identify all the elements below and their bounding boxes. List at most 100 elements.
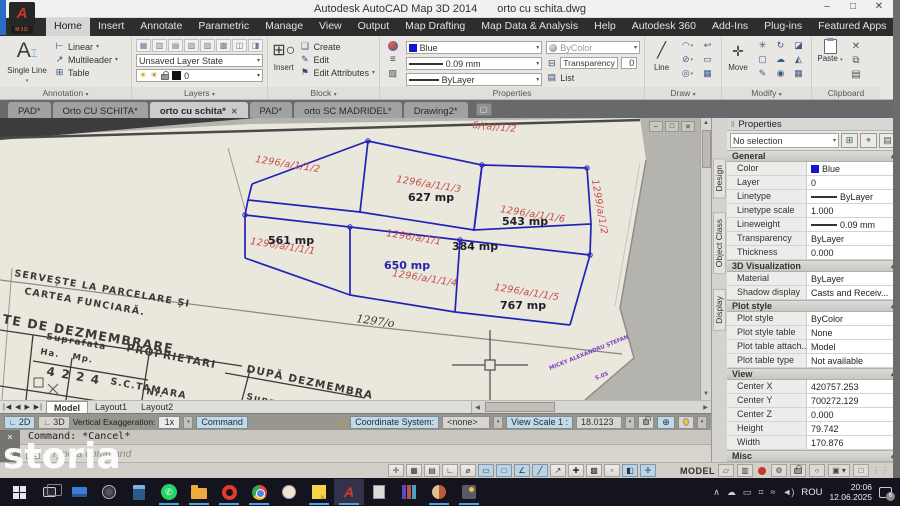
taskbar-whatsapp-app[interactable]: ✆ — [154, 479, 184, 505]
settings-gear-icon[interactable]: ⚙ — [771, 464, 787, 477]
ribbon-tab-insert[interactable]: Insert — [90, 18, 132, 36]
property-value[interactable]: Blue — [807, 162, 899, 175]
horizontal-scrollbar[interactable]: ◀ ▶ — [471, 401, 711, 413]
match-properties-icon[interactable]: ▤ — [851, 69, 860, 80]
edit-block-button[interactable]: ✎Edit — [299, 54, 375, 65]
mirror-button[interactable]: ◭ — [790, 53, 807, 66]
property-value[interactable]: 1.000 — [807, 204, 899, 217]
insert-block-button[interactable]: ⊞○ Insert — [272, 39, 295, 86]
scroll-up-icon[interactable]: ▲ — [703, 118, 709, 129]
paste-button[interactable]: Paste ▾ — [816, 39, 844, 86]
property-value[interactable]: ByLayer — [807, 232, 899, 245]
section-header-3d-visualization[interactable]: 3D Visualization▴ — [727, 260, 899, 272]
volume-icon[interactable]: ◄) — [782, 487, 794, 497]
toggle-osnap[interactable]: ▭ — [478, 464, 494, 477]
dwg-close-icon[interactable]: ✕ — [681, 121, 695, 132]
start-button[interactable] — [4, 479, 34, 505]
ribbon-tab-manage[interactable]: Manage — [257, 18, 311, 36]
vx-dropdown-icon[interactable]: ▾ — [183, 416, 193, 429]
trim-button[interactable]: ◪ — [790, 39, 807, 52]
new-tab-button[interactable]: ▢ — [476, 103, 492, 116]
layer-tool-icon-6[interactable]: ◫ — [232, 39, 247, 52]
view-scale-value[interactable]: 18.0123 — [576, 416, 622, 429]
tab-layout2[interactable]: Layout2 — [134, 401, 180, 413]
scale-dropdown-icon[interactable]: ▾ — [625, 416, 635, 429]
property-value[interactable]: 79.742 — [807, 422, 899, 435]
isolate-objects-icon[interactable]: ▣ ▾ — [828, 464, 850, 477]
toggle-otrack[interactable]: ∠ — [514, 464, 530, 477]
layer-state-dropdown[interactable]: Unsaved Layer State▾ — [136, 54, 263, 67]
circle-button[interactable]: ⊘▾ — [678, 53, 697, 66]
taskbar-app-tool[interactable] — [454, 479, 484, 505]
restore-icon[interactable]: □ — [840, 1, 866, 12]
notification-center-icon[interactable]: 6 — [879, 487, 892, 498]
single-line-button[interactable]: A⌶ Single Line▾ — [4, 39, 50, 86]
tab-layout1[interactable]: Layout1 — [88, 401, 134, 413]
quick-select-button[interactable]: ⊞ — [841, 133, 858, 148]
plot-style-dropdown[interactable]: ByColor▾ — [546, 41, 640, 54]
layer-tool-icon-5[interactable]: ▩ — [216, 39, 231, 52]
property-value[interactable]: ByColor — [807, 312, 899, 325]
layer-tool-icon-0[interactable]: ▦ — [136, 39, 151, 52]
property-value[interactable]: ByLayer — [807, 190, 899, 203]
panel-label-annotation[interactable]: Annotation ▾ — [0, 87, 131, 99]
doc-tab[interactable]: orto SC MADRIDEL* — [294, 102, 402, 118]
layer-tool-icon-7[interactable]: ◨ — [248, 39, 263, 52]
move-button[interactable]: ✛ Move — [726, 39, 750, 86]
edit-attributes-button[interactable]: ⚑Edit Attributes▾ — [299, 67, 375, 78]
palette-title-bar[interactable]: ‖Properties — [727, 118, 899, 131]
ribbon-tab-map-data-analysis[interactable]: Map Data & Analysis — [473, 18, 586, 36]
toggle-dyn[interactable]: ↗ — [550, 464, 566, 477]
ribbon-tab-plug-ins[interactable]: Plug-ins — [756, 18, 810, 36]
ribbon-tab-help[interactable]: Help — [586, 18, 624, 36]
line-button[interactable]: ╱ Line — [649, 39, 674, 86]
vscroll-thumb[interactable] — [702, 130, 711, 168]
panel-label-clipboard[interactable]: Clipboard — [812, 87, 880, 99]
ribbon-tab-map-drafting[interactable]: Map Drafting — [397, 18, 473, 36]
close-icon[interactable]: ✕ — [866, 1, 892, 12]
scroll-down-icon[interactable]: ▼ — [703, 389, 709, 400]
toggle-snap[interactable]: ▦ — [406, 464, 422, 477]
ribbon-tab-home[interactable]: Home — [46, 18, 90, 36]
palette-tab-display[interactable]: Display — [713, 289, 726, 331]
toggle-lwt[interactable]: ✚ — [568, 464, 584, 477]
property-value[interactable]: Not available — [807, 354, 899, 367]
tab-model[interactable]: Model — [46, 401, 88, 413]
doc-tab[interactable]: PAD* — [8, 102, 51, 118]
panel-label-draw[interactable]: Draw ▾ — [645, 87, 721, 99]
task-view-button[interactable] — [34, 479, 64, 505]
layer-tool-icon-1[interactable]: ▥ — [152, 39, 167, 52]
layer-dropdown[interactable]: ☀ ☀ 0▾ — [136, 69, 263, 82]
tray-device-icon[interactable]: ⌗ — [758, 487, 763, 498]
more-dropdown-icon[interactable]: ▾ — [697, 416, 707, 429]
3d-mode-button[interactable]: ∟3D — [38, 416, 69, 429]
taskbar-app-paint[interactable] — [424, 479, 454, 505]
property-value[interactable]: 0 — [807, 176, 899, 189]
vertical-scrollbar[interactable]: ▲ ▼ — [700, 118, 711, 400]
linetype-dropdown[interactable]: ByLayer▾ — [406, 73, 543, 86]
2d-mode-button[interactable]: ∟2D — [4, 416, 35, 429]
multileader-button[interactable]: ↗Multileader▾ — [54, 54, 118, 65]
wifi-icon[interactable]: ≈ — [770, 487, 775, 497]
color-sphere-icon[interactable] — [388, 41, 398, 51]
ribbon-tab-autodesk-360[interactable]: Autodesk 360 — [624, 18, 704, 36]
scroll-left-icon[interactable]: ◀ — [472, 404, 483, 411]
drawing-quickview-icon[interactable]: ▥ — [737, 464, 753, 477]
coordinate-system-button[interactable]: Coordinate System: — [350, 416, 439, 429]
ellipse-button[interactable]: ◎▾ — [678, 67, 697, 80]
command-button[interactable]: Command — [196, 416, 248, 429]
layout-quickview-icon[interactable]: ▱ — [718, 464, 734, 477]
taskbar-explorer-app[interactable] — [184, 479, 214, 505]
light-toggle-button[interactable] — [678, 416, 694, 429]
selection-dropdown[interactable]: No selection▾ — [730, 133, 839, 148]
dwg-restore-icon[interactable]: □ — [665, 121, 679, 132]
rotate-button[interactable]: ↻ — [772, 39, 789, 52]
hscroll-thumb[interactable] — [485, 402, 555, 412]
copy-clip-icon[interactable]: ⧉ — [852, 55, 859, 66]
minimize-icon[interactable]: – — [814, 1, 840, 12]
clock-icon[interactable]: ○ — [809, 464, 825, 477]
transparency-control[interactable]: ⊟Transparency0 — [546, 57, 640, 69]
language-indicator[interactable]: ROU — [801, 487, 822, 498]
doc-tab[interactable]: Orto CU SCHITA* — [53, 102, 148, 118]
doc-tab[interactable]: orto cu schita*✕ — [150, 102, 248, 118]
